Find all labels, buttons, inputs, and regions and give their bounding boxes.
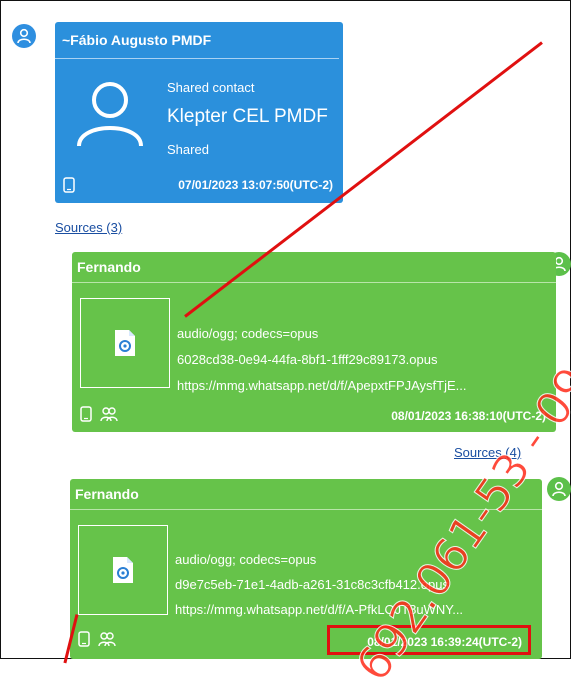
message-sender: ~Fábio Augusto PMDF [55, 22, 339, 59]
audio-attachment-thumbnail[interactable] [78, 525, 168, 615]
file-url[interactable]: https://mmg.whatsapp.net/d/f/ApepxtFPJAy… [177, 378, 549, 393]
contact-message-card[interactable]: ~Fábio Augusto PMDF Shared contact Klept… [55, 22, 343, 203]
message-sender: Fernando [72, 252, 556, 283]
mime-type: audio/ogg; codecs=opus [175, 552, 317, 567]
mime-type: audio/ogg; codecs=opus [177, 326, 319, 341]
contact-body: Shared contact Klepter CEL PMDF Shared [55, 64, 343, 164]
shared-status: Shared [167, 142, 209, 157]
group-icon [98, 632, 116, 647]
contact-person-icon [77, 82, 143, 147]
sources-link[interactable]: Sources (3) [55, 220, 122, 235]
message-icons [80, 406, 118, 422]
file-url[interactable]: https://mmg.whatsapp.net/d/f/A-PfkLOJT8u… [175, 602, 537, 617]
phone-icon [63, 177, 75, 193]
group-icon [100, 407, 118, 422]
sender-avatar-icon [547, 477, 571, 501]
message-timestamp: 07/01/2023 13:07:50(UTC-2) [178, 178, 333, 192]
audio-attachment-thumbnail[interactable] [80, 298, 170, 388]
message-icons [78, 631, 116, 647]
contact-name: Klepter CEL PMDF [167, 106, 328, 127]
audio-file-icon [115, 330, 135, 356]
phone-icon [78, 631, 90, 647]
message-footer: 07/01/2023 13:07:50(UTC-2) [55, 175, 343, 195]
phone-icon [80, 406, 92, 422]
file-name: 6028cd38-0e94-44fa-8bf1-1fff29c89173.opu… [177, 352, 438, 367]
sender-avatar-icon [12, 24, 36, 48]
audio-message-card[interactable]: Fernando audio/ogg; codecs=opus 6028cd38… [72, 252, 556, 432]
audio-file-icon [113, 557, 133, 583]
shared-contact-label: Shared contact [167, 80, 255, 95]
